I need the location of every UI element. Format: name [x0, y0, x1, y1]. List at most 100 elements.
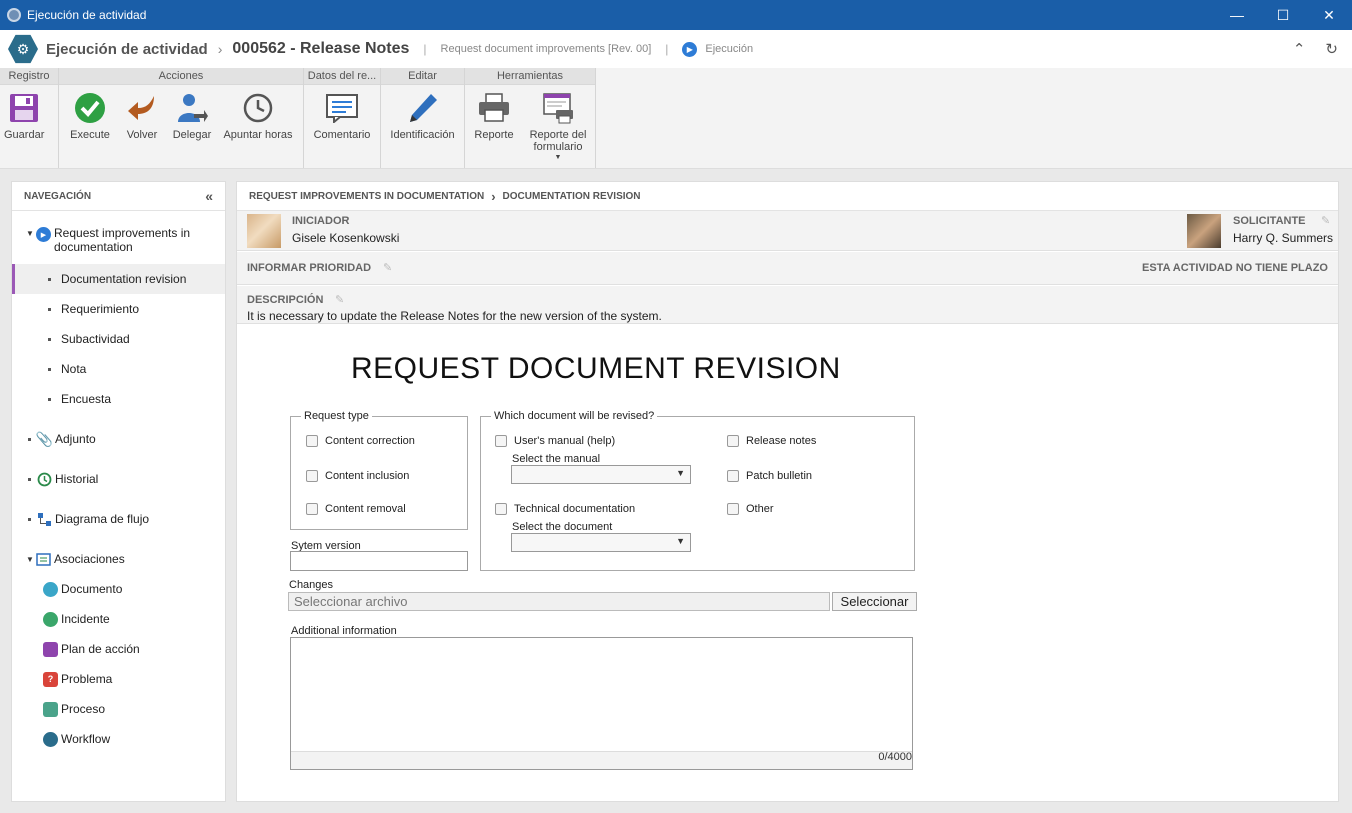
activity-header: ⚙ Ejecución de actividad › 000562 - Rele… [0, 30, 1352, 68]
clock-icon [241, 91, 275, 125]
release-notes-checkbox[interactable]: Release notes [727, 435, 816, 447]
button-label: Volver [126, 129, 158, 141]
content-correction-checkbox[interactable]: Content correction [306, 435, 415, 447]
avatar [247, 214, 281, 248]
caret-down-icon: ▼ [676, 468, 685, 478]
window-titlebar: Ejecución de actividad — ☐ ✕ [0, 0, 1352, 30]
checkbox-box[interactable] [306, 435, 318, 447]
nav-item-label: Adjunto [55, 432, 96, 446]
group-legend: Request type [301, 410, 372, 422]
execute-button[interactable]: Execute [61, 91, 119, 141]
file-input[interactable]: Seleccionar archivo [288, 592, 830, 611]
form-report-button[interactable]: Reporte del formulario ▼ [523, 91, 593, 162]
checkbox-box[interactable] [727, 435, 739, 447]
main-panel: REQUEST IMPROVEMENTS IN DOCUMENTATION › … [236, 181, 1339, 802]
button-label: Execute [70, 129, 110, 141]
collapse-left-icon[interactable]: « [205, 188, 213, 204]
nav-item-asociaciones[interactable]: ▼ Asociaciones [12, 544, 225, 574]
problem-icon: ? [43, 671, 58, 687]
return-button[interactable]: Volver [119, 91, 165, 141]
caret-down-icon[interactable]: ▼ [26, 229, 36, 238]
nav-item-label: Documento [61, 582, 123, 596]
nav-item-adjunto[interactable]: 📎 Adjunto [12, 424, 225, 454]
changes-label: Changes [289, 579, 334, 591]
nav-item-historial[interactable]: Historial [12, 464, 225, 494]
checkbox-box[interactable] [306, 503, 318, 515]
nav-item-documentation-revision[interactable]: Documentation revision [12, 264, 225, 294]
button-label: formulario [533, 141, 583, 153]
close-button[interactable]: ✕ [1306, 0, 1352, 30]
nav-item-root[interactable]: ▼ ▶ Request improvements in documentatio… [12, 226, 225, 254]
description-band: DESCRIPCIÓN ✎ It is necessary to update … [237, 286, 1338, 324]
checkbox-box[interactable] [727, 503, 739, 515]
return-arrow-icon [125, 91, 159, 125]
users-manual-checkbox[interactable]: User's manual (help) [495, 435, 615, 447]
nav-item-plan-accion[interactable]: Plan de acción [12, 634, 225, 664]
checkbox-label: Release notes [746, 435, 817, 447]
nav-item-workflow[interactable]: Workflow [12, 724, 225, 754]
user-delegate-icon [175, 91, 209, 125]
ribbon-group-registro: Registro Guardar [0, 68, 59, 168]
nav-item-encuesta[interactable]: Encuesta [12, 384, 225, 414]
comment-button[interactable]: Comentario [304, 91, 380, 141]
checkbox-box[interactable] [727, 470, 739, 482]
nav-item-subactividad[interactable]: Subactividad [12, 324, 225, 354]
nav-item-label: Historial [55, 472, 99, 486]
nav-item-proceso[interactable]: Proceso [12, 694, 225, 724]
checkbox-box[interactable] [306, 470, 318, 482]
nav-item-documento[interactable]: Documento [12, 574, 225, 604]
nav-item-problema[interactable]: ? Problema [12, 664, 225, 694]
content-removal-checkbox[interactable]: Content removal [306, 503, 406, 515]
manual-select[interactable]: ▼ [511, 465, 691, 484]
maximize-button[interactable]: ☐ [1260, 0, 1306, 30]
select-manual-label: Select the manual [512, 453, 601, 465]
button-label: Identificación [390, 129, 455, 141]
identification-button[interactable]: Identificación [381, 91, 464, 141]
flowchart-icon [37, 512, 52, 527]
save-button[interactable]: Guardar [0, 91, 48, 141]
document-select[interactable]: ▼ [511, 533, 691, 552]
action-plan-icon [43, 641, 58, 657]
play-icon: ▶ [682, 41, 698, 57]
patch-bulletin-checkbox[interactable]: Patch bulletin [727, 470, 812, 482]
select-file-button[interactable]: Seleccionar [832, 592, 917, 611]
delegate-button[interactable]: Delegar [165, 91, 219, 141]
pencil-icon[interactable]: ✎ [335, 293, 344, 306]
report-button[interactable]: Reporte [465, 91, 523, 162]
button-label: Guardar [4, 129, 45, 141]
nav-item-label: Encuesta [61, 392, 112, 406]
nav-item-incidente[interactable]: Incidente [12, 604, 225, 634]
nav-item-diagrama[interactable]: Diagrama de flujo [12, 504, 225, 534]
pencil-icon[interactable]: ✎ [383, 261, 392, 274]
additional-info-textarea[interactable] [290, 637, 913, 770]
minimize-button[interactable]: — [1214, 0, 1260, 30]
textarea-footer [291, 751, 912, 769]
nav-item-label: Request improvements in documentation [54, 226, 191, 254]
history-icon [37, 472, 52, 487]
checkbox-label: Other [746, 503, 774, 515]
content-inclusion-checkbox[interactable]: Content inclusion [306, 470, 409, 482]
checkbox-box[interactable] [495, 503, 507, 515]
log-hours-button[interactable]: Apuntar horas [219, 91, 297, 141]
priority-label[interactable]: INFORMAR PRIORIDAD [247, 262, 371, 274]
chevron-right-icon: › [491, 188, 496, 204]
request-type-group: Request type Content correction Content … [290, 410, 468, 530]
refresh-icon[interactable]: ↻ [1325, 40, 1338, 58]
system-version-input[interactable] [290, 551, 468, 571]
divider: | [423, 42, 427, 56]
technical-doc-checkbox[interactable]: Technical documentation [495, 503, 635, 515]
pencil-icon[interactable]: ✎ [1321, 214, 1330, 227]
printer-icon [477, 91, 511, 125]
incident-icon [43, 611, 58, 627]
checkbox-box[interactable] [495, 435, 507, 447]
caret-down-icon[interactable]: ▼ [26, 555, 36, 564]
collapse-up-icon[interactable]: ⌃ [1293, 40, 1306, 58]
group-legend: Which document will be revised? [491, 410, 658, 422]
nav-heading: NAVEGACIÓN [24, 190, 92, 202]
which-document-group: Which document will be revised? User's m… [480, 410, 915, 571]
nav-item-requerimiento[interactable]: Requerimiento [12, 294, 225, 324]
dropdown-arrow-icon[interactable]: ▼ [555, 153, 562, 162]
nav-item-nota[interactable]: Nota [12, 354, 225, 384]
other-checkbox[interactable]: Other [727, 503, 774, 515]
breadcrumb-item[interactable]: REQUEST IMPROVEMENTS IN DOCUMENTATION [249, 191, 484, 202]
